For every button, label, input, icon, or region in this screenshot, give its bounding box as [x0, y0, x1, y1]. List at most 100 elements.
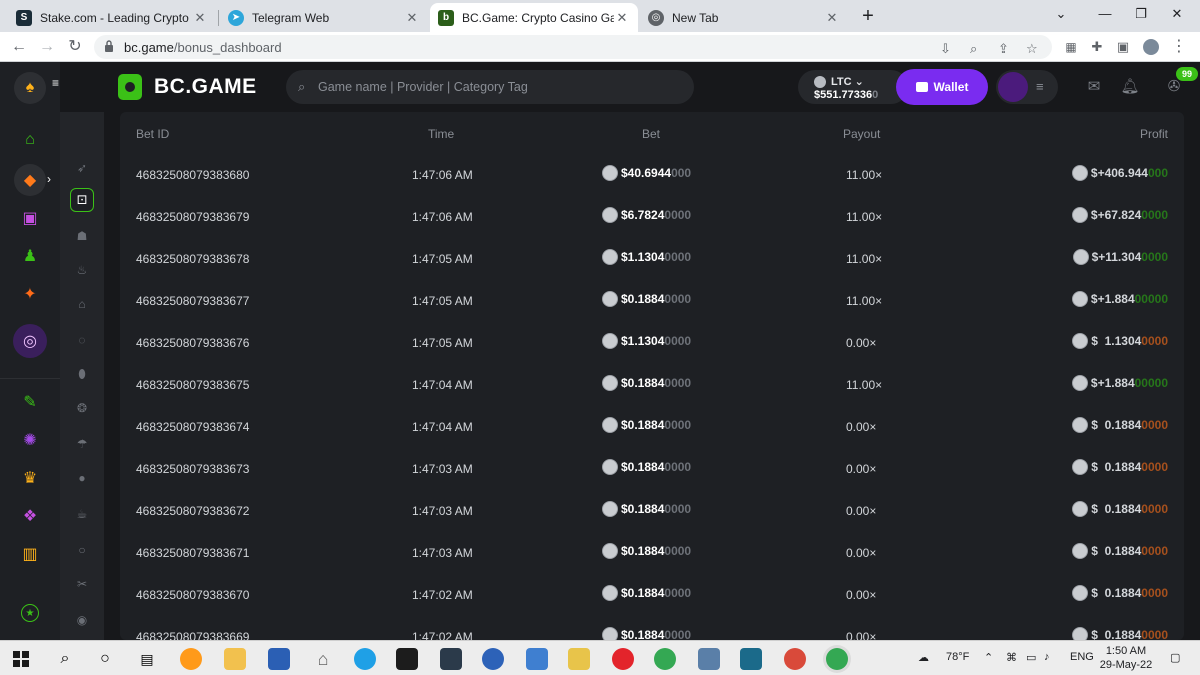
spade-logo-icon[interactable]: ♠ — [14, 72, 46, 104]
tab-bcgame[interactable]: b BC.Game: Crypto Casino Games ✕ — [430, 3, 638, 32]
bet-id[interactable]: 46832508079383676 — [136, 336, 249, 350]
battery-icon[interactable]: ▭ — [1026, 651, 1036, 664]
casino-dice-icon[interactable]: ◆ — [14, 164, 46, 196]
close-icon[interactable]: ✕ — [404, 10, 420, 26]
tray-chevron-icon[interactable]: ⌃ — [984, 651, 993, 664]
table-row[interactable]: 46832508079383678 1:47:05 AM $1.1304 0000 11… — [120, 238, 1184, 280]
rocket-icon[interactable]: ➶ — [70, 156, 94, 180]
table-row[interactable]: 46832508079383669 1:47:02 AM $0.1884 0000 0.… — [120, 616, 1184, 640]
profile-avatar[interactable] — [1140, 36, 1162, 58]
app-orange-icon[interactable] — [180, 648, 202, 670]
tray-app-icon[interactable]: ⌘ — [1006, 651, 1017, 664]
bingo-icon[interactable]: ❖ — [14, 500, 46, 532]
table-row[interactable]: 46832508079383672 1:47:03 AM $0.1884 0000 0.… — [120, 490, 1184, 532]
system-clock[interactable]: 1:50 AM 29-May-22 — [1098, 644, 1154, 672]
fire-icon[interactable]: ♨ — [70, 258, 94, 282]
avatar[interactable] — [998, 72, 1028, 102]
extensions-icon[interactable]: ✚ — [1086, 36, 1108, 58]
weather-icon[interactable]: ☁ — [918, 651, 929, 664]
tab-telegram[interactable]: ➤ Telegram Web ✕ — [220, 3, 428, 32]
table-row[interactable]: 46832508079383679 1:47:06 AM $6.7824 0000 11… — [120, 196, 1184, 238]
crash-icon[interactable]: ☗ — [70, 224, 94, 248]
table-row[interactable]: 46832508079383671 1:47:03 AM $0.1884 0000 0.… — [120, 532, 1184, 574]
cup-icon[interactable]: ☕ — [70, 502, 94, 526]
new-tab-button[interactable]: + — [856, 5, 880, 29]
app-w-icon[interactable] — [482, 648, 504, 670]
sponsor-star-icon[interactable]: ★ — [21, 604, 39, 622]
forward-button[interactable]: → — [36, 36, 58, 58]
language-indicator[interactable]: ENG — [1070, 651, 1094, 663]
chevron-right-icon[interactable]: › — [47, 172, 51, 186]
close-icon[interactable]: ✕ — [192, 10, 208, 26]
tools-icon[interactable]: ✂ — [70, 572, 94, 596]
table-row[interactable]: 46832508079383674 1:47:04 AM $0.1884 0000 0.… — [120, 406, 1184, 448]
promotions-icon[interactable]: ✦ — [14, 278, 46, 310]
leaderboard-icon[interactable]: ▥ — [14, 538, 46, 570]
windows-start-icon[interactable] — [10, 648, 32, 670]
slots-icon[interactable]: ▣ — [14, 202, 46, 234]
app-pen-icon[interactable] — [568, 648, 590, 670]
tab-newtab[interactable]: ◎ New Tab ✕ — [640, 3, 848, 32]
hat-icon[interactable]: ☂ — [70, 432, 94, 456]
menu-toggle-icon[interactable]: ≡ — [52, 76, 59, 90]
cortana-icon[interactable]: ○ — [94, 648, 116, 670]
app-mail-icon[interactable] — [698, 648, 720, 670]
opera-icon[interactable] — [612, 648, 634, 670]
bet-id[interactable]: 46832508079383674 — [136, 420, 249, 434]
side-panel-icon[interactable]: ▣ — [1112, 36, 1134, 58]
terminal-icon[interactable] — [396, 648, 418, 670]
lottery-icon[interactable]: ⌂ — [70, 292, 94, 316]
sports-icon[interactable]: ♟ — [14, 240, 46, 272]
task-view-icon[interactable]: ▤ — [136, 648, 158, 670]
bet-id[interactable]: 46832508079383680 — [136, 168, 249, 182]
bookmark-star-icon[interactable]: ☆ — [1026, 41, 1038, 57]
reload-button[interactable]: ↻ — [64, 36, 86, 58]
ticket-icon[interactable]: ✎ — [14, 386, 46, 418]
balance-selector[interactable]: LTC ⌄ $551.773360 — [798, 70, 908, 104]
close-window-button[interactable]: ✕ — [1154, 0, 1200, 28]
mail-icon[interactable]: ✉ — [1084, 77, 1104, 97]
share-icon[interactable]: ⇪ — [998, 41, 1009, 57]
app-red-icon[interactable] — [784, 648, 806, 670]
close-icon[interactable]: ✕ — [824, 10, 840, 26]
search-input[interactable] — [318, 78, 678, 96]
bet-id[interactable]: 46832508079383678 — [136, 252, 249, 266]
bomb-icon[interactable]: ● — [70, 466, 94, 490]
bet-id[interactable]: 46832508079383672 — [136, 504, 249, 518]
bet-id[interactable]: 46832508079383675 — [136, 378, 249, 392]
spin-wheel-icon[interactable]: ◎ — [13, 324, 47, 358]
roulette-icon[interactable]: ◌ — [70, 328, 94, 352]
edge-icon[interactable] — [354, 648, 376, 670]
qr-icon[interactable]: ▦ — [1060, 36, 1082, 58]
dice-icon[interactable]: ⚀ — [70, 188, 94, 212]
notification-icon[interactable]: ▢ — [1170, 651, 1180, 664]
search-icon[interactable]: ⌕ — [54, 648, 76, 670]
table-row[interactable]: 46832508079383670 1:47:02 AM $0.1884 0000 0.… — [120, 574, 1184, 616]
bet-id[interactable]: 46832508079383679 — [136, 210, 249, 224]
install-icon[interactable]: ⇩ — [940, 41, 951, 57]
back-button[interactable]: ← — [8, 36, 30, 58]
home-icon[interactable]: ⌂ — [14, 124, 46, 156]
chrome-active-icon[interactable] — [826, 648, 848, 670]
home-app-icon[interactable]: ⌂ — [312, 648, 334, 670]
bell-icon[interactable]: 🔔︎ — [1120, 77, 1140, 97]
table-row[interactable]: 46832508079383675 1:47:04 AM $0.1884 0000 11… — [120, 364, 1184, 406]
table-row[interactable]: 46832508079383677 1:47:05 AM $0.1884 0000 11… — [120, 280, 1184, 322]
vip-crown-icon[interactable]: ♛ — [14, 462, 46, 494]
eye-icon[interactable]: ◉ — [70, 608, 94, 632]
table-row[interactable]: 46832508079383676 1:47:05 AM $1.1304 0000 0.… — [120, 322, 1184, 364]
wallet-button[interactable]: Wallet — [896, 69, 988, 105]
egg-icon[interactable]: ⬮ — [70, 362, 94, 386]
file-explorer-icon[interactable] — [224, 648, 246, 670]
bet-id[interactable]: 46832508079383669 — [136, 630, 249, 640]
chrome-menu-icon[interactable]: ⋮ — [1168, 36, 1190, 58]
address-bar[interactable]: bc.game/bonus_dashboard ⇩ ⌕ ⇪ ☆ — [94, 35, 1052, 59]
bet-id[interactable]: 46832508079383671 — [136, 546, 249, 560]
ring-icon[interactable]: ○ — [70, 538, 94, 562]
bet-id[interactable]: 46832508079383677 — [136, 294, 249, 308]
volume-icon[interactable]: ♪ — [1044, 651, 1050, 663]
table-row[interactable]: 46832508079383673 1:47:03 AM $0.1884 0000 0.… — [120, 448, 1184, 490]
table-row[interactable]: 46832508079383680 1:47:06 AM $40.6944 000 11… — [120, 154, 1184, 196]
bcgame-logo[interactable]: BC.GAME — [118, 74, 257, 100]
tab-search-chevron-icon[interactable]: ⌄ — [1038, 0, 1084, 28]
